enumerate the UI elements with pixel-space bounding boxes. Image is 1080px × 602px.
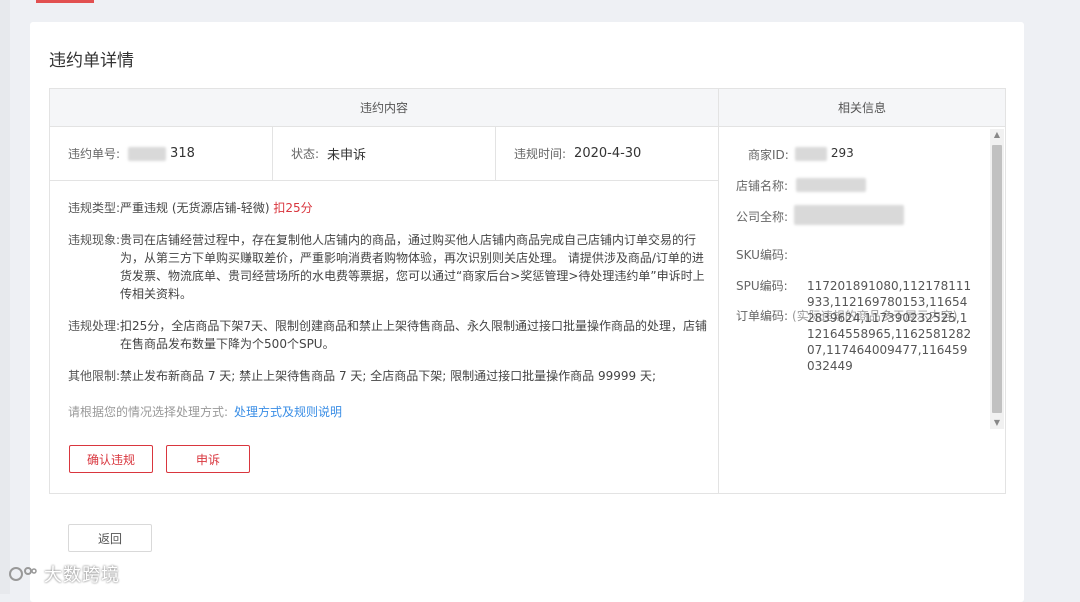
redacted-merchant-id (794, 147, 827, 161)
violation-detail-card: 违约单详情 违约内容 相关信息 违约单号: 318 状态: 未申诉 违规时间: … (30, 22, 1024, 602)
related-info-header: 相关信息 (719, 89, 1005, 127)
violation-handling-row: 违规处理: 扣25分，全店商品下架7天、限制创建商品和禁止上架待售商品、永久限制… (68, 317, 708, 353)
redacted-company-name (794, 205, 905, 225)
violation-type-label: 违规类型: (68, 201, 121, 215)
status-value: 未申诉 (327, 148, 367, 163)
scroll-thumb[interactable] (992, 145, 1002, 413)
merchant-id-label: 商家ID: (748, 148, 789, 162)
order-no-cell: 违约单号: 318 (50, 127, 273, 180)
violation-handling-text: 扣25分，全店商品下架7天、限制创建商品和禁止上架待售商品、永久限制通过接口批量… (120, 319, 707, 351)
violation-body: 违规类型: 严重违规 (无货源店铺-轻微) 扣25分 违规现象: 贵司在店铺经营… (68, 199, 708, 435)
watermark-text: 大数跨境 (44, 565, 120, 586)
order-no-label: 违约单号: (68, 147, 121, 161)
violation-time-cell: 违规时间: 2020-4-30 (496, 127, 718, 180)
left-panel-edge (0, 0, 10, 594)
merchant-id-row: 商家ID: 293 (736, 139, 986, 170)
company-name-label: 公司全称: (736, 210, 789, 224)
spu-label: SPU编码: (736, 279, 788, 293)
violation-type-row: 违规类型: 严重违规 (无货源店铺-轻微) 扣25分 (68, 199, 708, 217)
watermark: 大数跨境 (8, 561, 120, 587)
meta-row: 违约单号: 318 状态: 未申诉 违规时间: 2020-4-30 (50, 127, 718, 181)
violation-type-value: 严重违规 (无货源店铺-轻微) (120, 201, 270, 215)
column-divider (718, 127, 719, 493)
rules-link[interactable]: 处理方式及规则说明 (234, 403, 342, 421)
status-label: 状态: (291, 147, 320, 161)
redacted-order-no (128, 146, 167, 161)
order-codes-label: 订单编码: (736, 309, 789, 323)
handling-hint-row: 请根据您的情况选择处理方式: 处理方式及规则说明 (68, 403, 708, 421)
violation-time-value: 2020-4-30 (574, 146, 642, 161)
top-tab-indicator (36, 0, 94, 3)
order-codes-list: 117201891080,112178111933,112169780153,1… (807, 279, 972, 373)
appeal-button[interactable]: 申诉 (166, 445, 250, 473)
order-no-value: 318 (170, 146, 195, 161)
watermark-logo-icon (9, 567, 37, 581)
page-title: 违约单详情 (49, 51, 134, 71)
status-cell: 状态: 未申诉 (273, 127, 496, 180)
other-restrictions-text: 禁止发布新商品 7 天; 禁止上架待售商品 7 天; 全店商品下架; 限制通过接… (120, 369, 656, 383)
violation-phenomenon-row: 违规现象: 贵司在店铺经营过程中，存在复制他人店铺内的商品，通过购买他人店铺内商… (68, 231, 708, 303)
other-restrictions-label: 其他限制: (68, 369, 121, 383)
sku-row: SKU编码: (736, 239, 986, 270)
violation-handling-label: 违规处理: (68, 319, 121, 333)
shop-name-row: 店铺名称: (736, 170, 986, 201)
confirm-violation-button[interactable]: 确认违规 (69, 445, 153, 473)
shop-name-label: 店铺名称: (736, 179, 789, 193)
violation-phenomenon-label: 违规现象: (68, 233, 121, 247)
related-info-scrollbar[interactable]: ▲ ▼ (990, 129, 1004, 429)
detail-table: 违约内容 相关信息 违约单号: 318 状态: 未申诉 违规时间: 2020-4… (49, 88, 1006, 494)
scroll-down-arrow-icon[interactable]: ▼ (990, 417, 1004, 429)
company-name-row: 公司全称: (736, 201, 986, 239)
violation-phenomenon-text: 贵司在店铺经营过程中，存在复制他人店铺内的商品，通过购买他人店铺内商品完成自己店… (120, 233, 705, 301)
violation-time-label: 违规时间: (514, 147, 567, 161)
merchant-id-value: 293 (830, 146, 854, 160)
back-button[interactable]: 返回 (68, 524, 152, 552)
violation-content-header: 违约内容 (50, 89, 719, 127)
other-restrictions-row: 其他限制: 禁止发布新商品 7 天; 禁止上架待售商品 7 天; 全店商品下架;… (68, 367, 708, 385)
sku-label: SKU编码: (736, 248, 788, 262)
handling-hint-text: 请根据您的情况选择处理方式: (68, 405, 229, 419)
redacted-shop-name (796, 178, 867, 192)
scroll-up-arrow-icon[interactable]: ▲ (990, 129, 1004, 141)
penalty-points: 扣25分 (273, 201, 313, 215)
